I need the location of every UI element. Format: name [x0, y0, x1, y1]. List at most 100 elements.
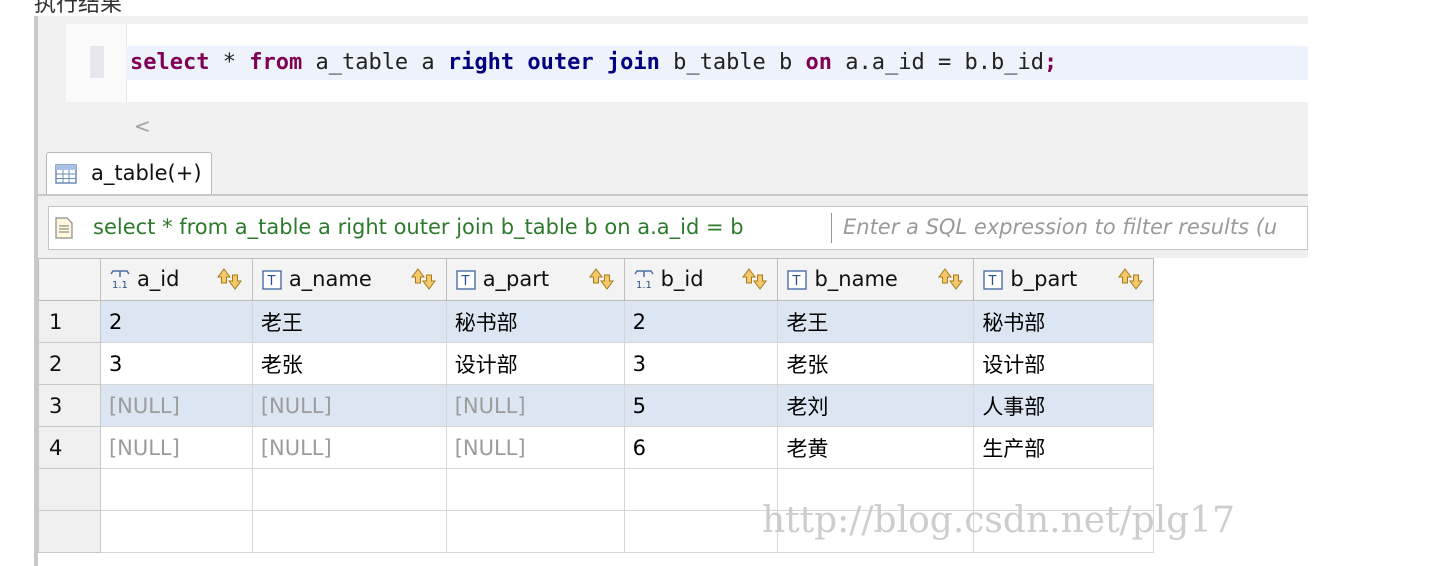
- sql-statement[interactable]: select * from a_table a right outer join…: [126, 46, 1308, 80]
- table-cell[interactable]: 老王: [251, 300, 447, 343]
- sort-icon[interactable]: [937, 267, 965, 291]
- column-header-label: b_part: [1010, 267, 1078, 291]
- column-header-b-id[interactable]: 1.1 b_id: [623, 258, 779, 301]
- row-number-empty: [38, 510, 101, 553]
- tab-divider: [38, 194, 1308, 196]
- empty-cell: [99, 468, 253, 511]
- row-filler: [1154, 385, 1308, 427]
- table-cell[interactable]: 人事部: [973, 384, 1155, 427]
- filter-separator: [831, 213, 832, 243]
- table-cell[interactable]: 2: [99, 300, 253, 343]
- column-header-content: Tb_name: [786, 260, 972, 300]
- column-header-b-part[interactable]: Tb_part: [973, 258, 1155, 301]
- row-filler: [1154, 301, 1308, 343]
- svg-text:T: T: [792, 274, 801, 289]
- column-header-content: 1.1 b_id: [633, 260, 777, 300]
- column-header-label: a_name: [288, 267, 372, 291]
- header-row: 1.1 a_id Ta_name Ta_part 1.1 b_id Tb_name Tb_pa…: [38, 258, 1308, 301]
- sort-icon[interactable]: [410, 267, 438, 291]
- table-cell[interactable]: [NULL]: [445, 426, 625, 469]
- table-row[interactable]: 2 3 老张 设计部 3 老张 设计部: [38, 342, 1308, 385]
- row-filler: [1154, 343, 1308, 385]
- table-cell[interactable]: 2: [623, 300, 779, 343]
- table-cell[interactable]: 设计部: [445, 342, 625, 385]
- table-cell[interactable]: 生产部: [973, 426, 1155, 469]
- table-cell[interactable]: 设计部: [973, 342, 1155, 385]
- filter-bar[interactable]: select * from a_table a right outer join…: [48, 206, 1308, 250]
- table-cell[interactable]: 老黄: [777, 426, 975, 469]
- table-cell[interactable]: 秘书部: [445, 300, 625, 343]
- table-row[interactable]: 4 [NULL] [NULL] [NULL] 6 老黄 生产部: [38, 426, 1308, 469]
- column-header-content: Ta_part: [455, 260, 623, 300]
- table-cell[interactable]: 5: [623, 384, 779, 427]
- sql-text: b_table b: [659, 50, 806, 75]
- svg-text:1.1: 1.1: [636, 280, 652, 291]
- sql-keyword: from: [249, 50, 303, 75]
- column-header-b-name[interactable]: Tb_name: [777, 258, 975, 301]
- scroll-left-icon[interactable]: <: [134, 114, 151, 138]
- sort-icon[interactable]: [741, 267, 769, 291]
- empty-cell: [251, 510, 447, 553]
- column-header-content: Ta_name: [261, 260, 445, 300]
- column-header-a-id[interactable]: 1.1 a_id: [99, 258, 253, 301]
- column-header-label: b_name: [814, 267, 898, 291]
- column-header-a-part[interactable]: Ta_part: [445, 258, 625, 301]
- table-row[interactable]: 1 2 老王 秘书部 2 老王 秘书部: [38, 300, 1308, 343]
- table-cell[interactable]: 3: [99, 342, 253, 385]
- sql-text: *: [209, 50, 250, 75]
- filter-input[interactable]: Enter a SQL expression to filter results…: [843, 215, 1277, 239]
- table-cell[interactable]: [NULL]: [445, 384, 625, 427]
- corner-cell[interactable]: [38, 258, 101, 301]
- header-filler: [1153, 258, 1308, 301]
- table-cell[interactable]: [NULL]: [99, 384, 253, 427]
- sql-editor[interactable]: select * from a_table a right outer join…: [66, 24, 1308, 102]
- sql-keyword: right outer join: [447, 50, 660, 75]
- filter-query-text: select * from a_table a right outer join…: [93, 215, 744, 239]
- column-header-a-name[interactable]: Ta_name: [251, 258, 447, 301]
- table-icon: [55, 164, 77, 184]
- text-column-icon: T: [455, 270, 476, 290]
- row-number[interactable]: 4: [38, 426, 101, 469]
- empty-cell: [623, 468, 779, 511]
- table-cell[interactable]: [NULL]: [99, 426, 253, 469]
- empty-cell: [99, 510, 253, 553]
- row-number[interactable]: 3: [38, 384, 101, 427]
- sort-icon[interactable]: [588, 267, 616, 291]
- text-column-icon: T: [787, 270, 808, 290]
- table-cell[interactable]: [NULL]: [251, 426, 447, 469]
- svg-text:T: T: [266, 274, 275, 289]
- row-number[interactable]: 1: [38, 300, 101, 343]
- sql-keyword: on: [805, 50, 833, 75]
- column-header-content: 1.1 a_id: [109, 260, 251, 300]
- table-cell[interactable]: 老刘: [777, 384, 975, 427]
- table-cell[interactable]: 老王: [777, 300, 975, 343]
- empty-cell: [445, 510, 625, 553]
- table-cell[interactable]: 6: [623, 426, 779, 469]
- table-cell[interactable]: 老张: [251, 342, 447, 385]
- svg-text:T: T: [460, 274, 469, 289]
- sort-icon[interactable]: [216, 267, 244, 291]
- table-cell[interactable]: [NULL]: [251, 384, 447, 427]
- tab-label: a_table(+): [91, 161, 202, 185]
- svg-text:T: T: [988, 274, 997, 289]
- column-header-content: Tb_part: [982, 260, 1152, 300]
- table-cell[interactable]: 3: [623, 342, 779, 385]
- column-header-label: b_id: [660, 267, 704, 291]
- table-cell[interactable]: 秘书部: [973, 300, 1155, 343]
- sql-keyword: select: [130, 50, 210, 75]
- table-cell[interactable]: 老张: [777, 342, 975, 385]
- row-number[interactable]: 2: [38, 342, 101, 385]
- column-header-label: a_part: [482, 267, 550, 291]
- sql-script-icon: [55, 217, 73, 239]
- table-row[interactable]: 3 [NULL] [NULL] [NULL] 5 老刘 人事部: [38, 384, 1308, 427]
- sort-icon[interactable]: [1117, 267, 1145, 291]
- editor-gutter: [66, 24, 127, 102]
- current-line-marker: [90, 46, 104, 78]
- svg-text:1.1: 1.1: [112, 280, 128, 291]
- row-filler: [1154, 427, 1308, 469]
- sql-text: a.a_id = b.b_id: [832, 50, 1044, 75]
- empty-cell: [445, 468, 625, 511]
- text-column-icon: T: [983, 270, 1004, 290]
- watermark: http://blog.csdn.net/plg17: [762, 500, 1236, 541]
- tab-a-table[interactable]: a_table(+): [46, 152, 212, 195]
